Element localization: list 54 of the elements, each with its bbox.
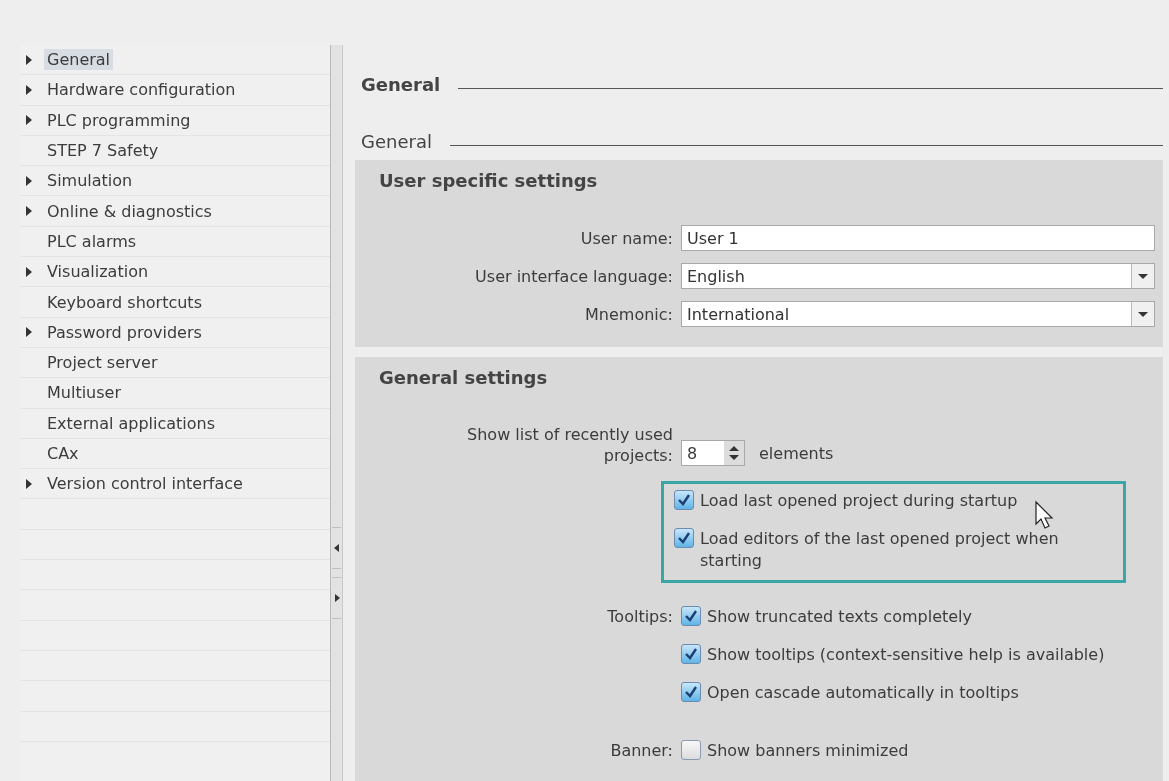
dropdown[interactable]: English [681,263,1155,289]
spinner-arrows-icon[interactable] [724,441,744,465]
expand-arrow-icon[interactable] [24,326,34,339]
text-field[interactable]: User 1 [681,225,1155,251]
settings-nav-item[interactable]: STEP 7 Safety [44,140,162,162]
settings-nav-item[interactable]: Password providers [44,321,205,343]
settings-nav-item[interactable]: Simulation [44,170,136,192]
panel-title: General settings [379,367,548,388]
settings-nav-item[interactable]: External applications [44,412,219,434]
settings-nav-item[interactable]: CAx [44,443,82,464]
expand-arrow-icon[interactable] [24,205,34,218]
collapse-left-icon[interactable] [333,544,340,552]
unit-label: elements [759,443,834,463]
field-label: User interface language: [475,266,673,286]
checkbox-label[interactable]: Show tooltips (context-sensitive help is available) [707,644,1105,666]
checkbox[interactable] [674,490,694,510]
field-label: Show list of recently used projects: [466,424,673,466]
checkbox-label[interactable]: Show truncated texts completely [707,606,972,628]
checkbox-label[interactable]: Open cascade automatically in tooltips [707,682,1019,704]
settings-nav-item[interactable]: Keyboard shortcuts [44,291,205,313]
expand-arrow-icon[interactable] [24,114,34,127]
settings-nav-item[interactable]: Visualization [44,261,152,283]
panel-title: User specific settings [379,170,598,191]
mouse-pointer-icon [1034,500,1056,530]
checkbox-label[interactable]: Load editors of the last opened project when starting [700,528,1123,572]
settings-nav-item[interactable]: Online & diagnostics [44,200,215,222]
checkbox-label[interactable]: Load last opened project during startup [700,490,1018,512]
checkbox[interactable] [681,606,701,626]
settings-nav-item[interactable]: General [44,49,114,71]
checkbox[interactable] [674,528,694,548]
settings-nav-item[interactable]: Version control interface [44,473,246,495]
settings-nav-item[interactable]: PLC programming [44,109,194,131]
expand-arrow-icon[interactable] [24,477,34,490]
dropdown[interactable]: International [681,301,1155,327]
checkbox[interactable] [681,740,701,760]
settings-nav-item[interactable]: Project server [44,352,161,374]
expand-arrow-icon[interactable] [24,265,34,278]
settings-nav-item[interactable]: Hardware configuration [44,79,239,101]
field-label: Banner: [610,741,673,760]
section-heading: General [361,131,432,152]
expand-arrow-icon[interactable] [24,174,34,187]
settings-nav-item[interactable]: PLC alarms [44,230,140,252]
checkbox[interactable] [681,644,701,664]
field-label: Mnemonic: [585,304,673,324]
field-label: User name: [580,228,673,248]
expand-arrow-icon[interactable] [24,53,34,66]
expand-arrow-icon[interactable] [24,83,34,96]
checkbox-label[interactable]: Show banners minimized [707,740,909,762]
field-label: Tooltips: [607,607,673,626]
settings-nav-item[interactable]: Multiuser [44,382,124,404]
number-spinner[interactable]: 8 [681,440,745,466]
checkbox[interactable] [681,682,701,702]
page-heading: General [361,74,441,95]
expand-right-icon[interactable] [333,594,340,602]
